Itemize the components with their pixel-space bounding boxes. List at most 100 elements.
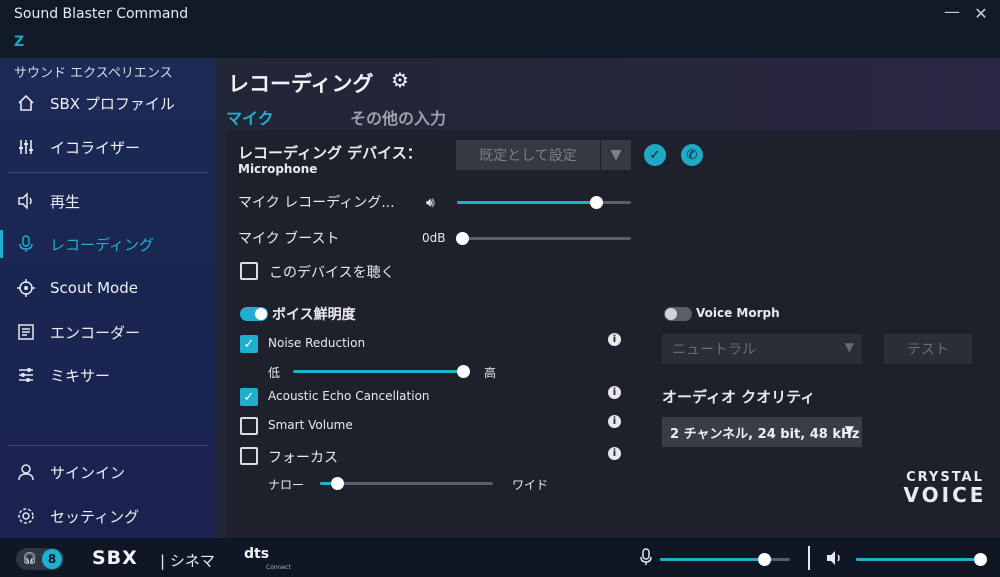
phone-icon[interactable]: ✆ (681, 144, 703, 166)
sidebar-item-scout-mode[interactable]: Scout Mode (0, 270, 216, 306)
echo-cancellation-checkbox[interactable]: ✓ (240, 388, 258, 406)
crystal-voice-logo: CRYSTAL VOICE (890, 470, 1000, 505)
chevron-down-icon: ▼ (844, 423, 854, 437)
noise-reduction-checkbox[interactable]: ✓ (240, 335, 258, 353)
focus-wide-label: ワイド (512, 478, 549, 492)
sidebar-item-encoder[interactable]: エンコーダー (0, 314, 216, 350)
footer-speaker-volume-slider[interactable] (856, 553, 987, 566)
close-button[interactable]: ✕ (969, 4, 993, 23)
focus-checkbox[interactable] (240, 447, 258, 465)
chevron-down-icon[interactable]: ▼ (601, 140, 631, 170)
slider-thumb[interactable] (456, 232, 469, 245)
microphone-icon (14, 235, 38, 253)
sidebar-item-recording[interactable]: レコーディング (0, 226, 216, 262)
noise-low-label: 低 (268, 366, 281, 380)
mic-level-slider[interactable] (457, 196, 631, 209)
headset-icon: 🎧︎ (22, 551, 38, 565)
sidebar-item-label: エンコーダー (50, 323, 141, 342)
info-icon[interactable]: i (608, 386, 621, 399)
mic-level-label: マイク レコーディング... (238, 195, 395, 211)
listen-device-checkbox[interactable] (240, 262, 258, 280)
test-button[interactable]: テスト (884, 334, 972, 364)
app-title: Sound Blaster Command (14, 6, 189, 22)
tab-other-inputs[interactable]: その他の入力 (350, 105, 446, 129)
equalizer-icon (14, 138, 38, 156)
focus-narrow-label: ナロー (268, 478, 305, 492)
voice-clarity-label: ボイス鮮明度 (272, 307, 356, 323)
voice-morph-label: Voice Morph (696, 306, 780, 320)
slider-thumb[interactable] (590, 196, 604, 209)
footer-divider (808, 546, 810, 570)
tab-microphone[interactable]: マイク (226, 105, 274, 132)
recording-panel: レコーディング デバイス： Microphone 既定として設定 ▼ ✓ ✆ マ… (226, 130, 1000, 538)
audio-quality-select[interactable]: 2 チャンネル, 24 bit, 48 kHz ▼ (662, 417, 862, 447)
sidebar-item-settings[interactable]: セッティング (0, 498, 216, 534)
slider-thumb[interactable] (457, 365, 470, 378)
chevron-down-icon: ▼ (844, 340, 854, 354)
voice-morph-toggle[interactable] (664, 307, 692, 321)
footer-mic-volume-slider[interactable] (660, 553, 790, 566)
settings-gear-icon[interactable]: ⚙ (391, 68, 409, 92)
footer-bar: 🎧︎ 8 SBX | シネマ dts Connect (0, 538, 1000, 577)
audio-quality-value: 2 チャンネル, 24 bit, 48 kHz (670, 426, 860, 442)
sidebar-item-equalizer[interactable]: イコライザー (0, 129, 216, 165)
user-icon (14, 463, 38, 481)
sidebar-item-sign-in[interactable]: サインイン (0, 454, 216, 490)
noise-reduction-slider[interactable] (293, 365, 470, 378)
smart-volume-checkbox[interactable] (240, 417, 258, 435)
info-icon[interactable]: i (608, 447, 621, 460)
microphone-icon (640, 548, 652, 570)
noise-reduction-label: Noise Reduction (268, 336, 366, 350)
slider-thumb[interactable] (331, 477, 345, 490)
sidebar-item-label: Scout Mode (50, 279, 138, 297)
sidebar-item-label: セッティング (50, 507, 140, 526)
noise-high-label: 高 (484, 366, 497, 380)
listen-device-label: このデバイスを聴く (269, 265, 395, 281)
app-logo: Z (14, 34, 25, 50)
dts-sub-label: Connect (266, 564, 291, 571)
recording-device-name: Microphone (238, 162, 318, 176)
sbx-mode-label[interactable]: | シネマ (160, 550, 215, 571)
audio-quality-label: オーディオ クオリティ (662, 388, 816, 406)
headset-toggle[interactable]: 🎧︎ 8 (16, 548, 64, 570)
focus-slider[interactable] (320, 477, 493, 490)
mic-boost-label: マイク ブースト (238, 231, 340, 247)
mic-boost-slider[interactable] (456, 232, 631, 245)
checkmark-icon[interactable]: ✓ (644, 144, 666, 166)
slider-fill (856, 558, 980, 561)
sidebar-divider (8, 172, 208, 173)
title-bar: Sound Blaster Command Z — ✕ (0, 0, 1000, 58)
voice-clarity-toggle[interactable] (240, 307, 268, 321)
main-content: レコーディング ⚙ マイク その他の入力 レコーディング デバイス： Micro… (216, 58, 1000, 538)
speaker-icon (14, 192, 38, 210)
info-icon[interactable]: i (608, 333, 621, 346)
gear-icon (14, 507, 38, 525)
dts-logo: dts (244, 546, 270, 562)
slider-thumb[interactable] (974, 553, 987, 566)
sbx-logo: SBX (92, 547, 138, 569)
set-default-button[interactable]: 既定として設定 (456, 140, 600, 170)
smart-volume-label: Smart Volume (268, 418, 353, 432)
sidebar-item-label: サインイン (50, 463, 126, 482)
sidebar-section-label: サウンド エクスペリエンス (14, 66, 173, 81)
sidebar-item-label: 再生 (50, 192, 81, 211)
sidebar: サウンド エクスペリエンス SBX プロファイル イコライザー 再生 レコーディ… (0, 58, 216, 538)
sidebar-item-mixer[interactable]: ミキサー (0, 357, 216, 393)
focus-label: フォーカス (268, 450, 338, 466)
sidebar-item-label: レコーディング (50, 235, 154, 254)
page-title: レコーディング (228, 72, 374, 96)
crystal-voice-line2: VOICE (903, 483, 987, 507)
slider-thumb[interactable] (758, 553, 771, 566)
sidebar-item-label: ミキサー (50, 366, 111, 385)
voice-morph-preset-value: ニュートラル (672, 342, 756, 358)
info-icon[interactable]: i (608, 415, 621, 428)
volume-icon: 🔊︎ (426, 195, 435, 211)
sidebar-divider (8, 445, 208, 446)
sidebar-item-sbx-profile[interactable]: SBX プロファイル (0, 85, 216, 121)
slider-fill (293, 370, 463, 373)
minimize-button[interactable]: — (940, 2, 964, 21)
mic-boost-value: 0dB (422, 231, 446, 245)
voice-morph-preset-select[interactable]: ニュートラル ▼ (662, 334, 862, 364)
sidebar-item-playback[interactable]: 再生 (0, 183, 216, 219)
slider-fill (457, 201, 597, 204)
